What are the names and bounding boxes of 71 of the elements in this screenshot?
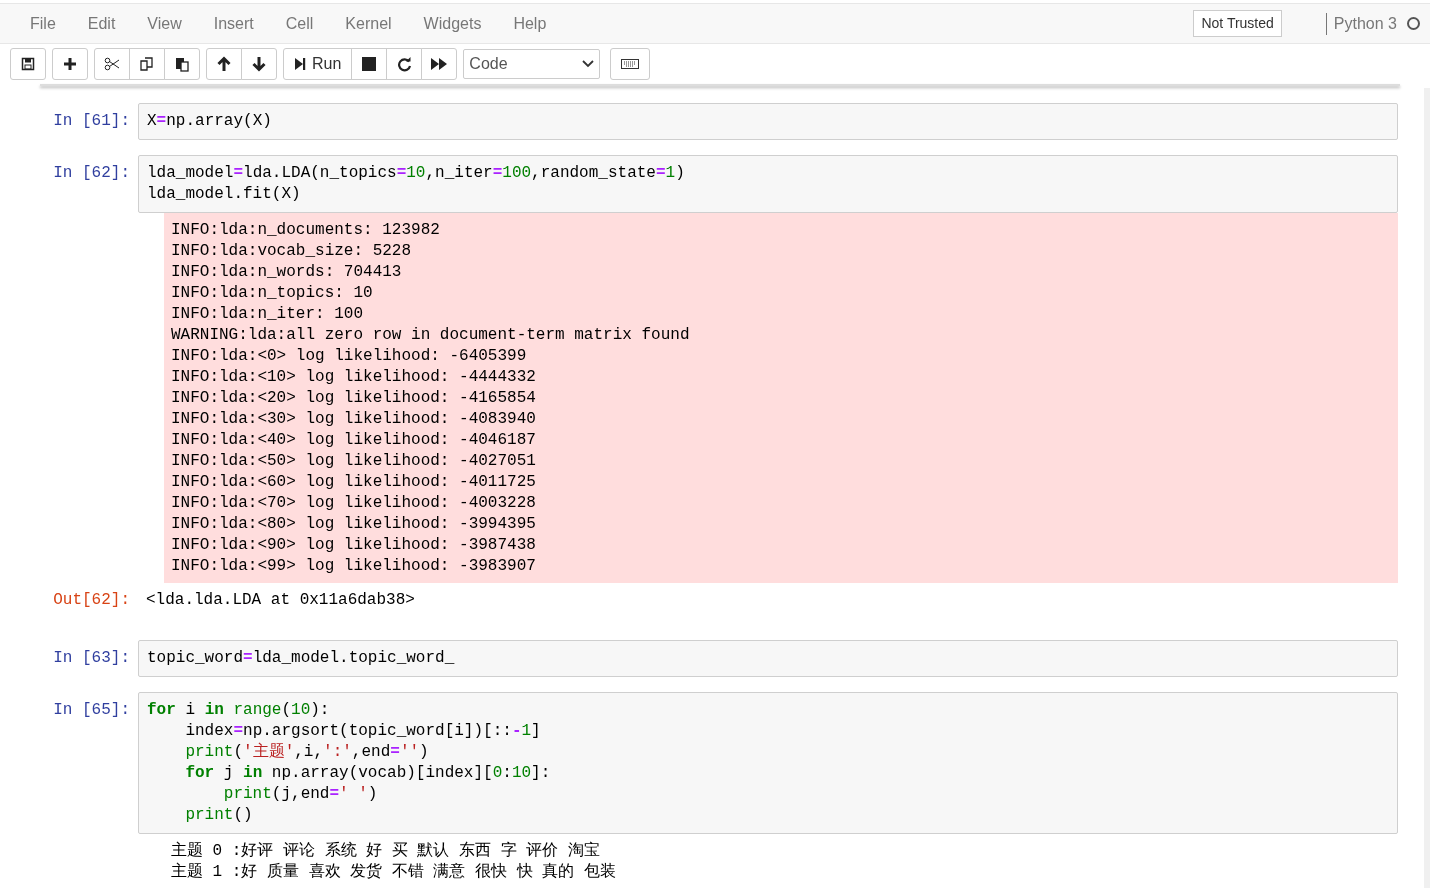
code-line: for j in np.array(vocab)[index][0:10]: — [184, 763, 551, 784]
output-line: INFO:lda:n_words: 704413 — [171, 262, 402, 283]
stop-icon — [362, 57, 377, 71]
code-line: lda_model=lda.LDA(n_topics=10,n_iter=100,random_state=1) — [147, 163, 685, 184]
menu-item[interactable]: Cell — [269, 11, 330, 36]
output-line: INFO:lda:<90> log likelihood: -3987438 — [171, 535, 536, 556]
code-line: for i in range(10): — [147, 700, 330, 721]
toolbar-button[interactable] — [206, 48, 242, 80]
output-line: INFO:lda:<0> log likelihood: -6405399 — [171, 346, 527, 367]
output-line: 主题 0 :好评 评论 系统 好 买 默认 东西 字 评价 淘宝 — [171, 841, 600, 862]
keyboard-button[interactable] — [610, 48, 651, 80]
code-line: X=np.array(X) — [147, 111, 272, 132]
input-prompt: In [62]: — [53, 163, 130, 184]
code-line: print('主题',i,':',end='') — [184, 742, 429, 763]
input-prompt: In [61]: — [53, 111, 130, 132]
input-prompt: In [63]: — [53, 648, 130, 669]
save-icon — [21, 57, 35, 71]
code-line: topic_word=lda_model.topic_word_ — [147, 648, 455, 669]
toolbar-button[interactable] — [351, 48, 388, 80]
toolbar-button[interactable] — [52, 48, 88, 80]
kernel-name: Python 3 — [1333, 13, 1397, 34]
scissors-icon — [104, 57, 120, 71]
code-line: print(j,end=' ') — [222, 784, 378, 805]
output-line: INFO:lda:n_topics: 10 — [171, 283, 373, 304]
output-line: INFO:lda:n_iter: 100 — [171, 304, 364, 325]
step-forward-icon — [294, 57, 306, 71]
code-line: index=np.argsort(topic_word[i])[::-1] — [184, 721, 541, 742]
keyboard-icon — [621, 59, 640, 69]
toolbar-button[interactable] — [386, 48, 423, 80]
menu-item[interactable]: Edit — [71, 11, 132, 36]
menu-item[interactable]: Kernel — [329, 11, 408, 36]
plus-icon — [63, 57, 77, 71]
copy-icon — [139, 56, 155, 72]
output-line: INFO:lda:<80> log likelihood: -3994395 — [171, 514, 536, 535]
output-line: INFO:lda:vocab_size: 5228 — [171, 241, 412, 262]
code-line: print() — [184, 805, 253, 826]
toolbar-button[interactable] — [421, 48, 458, 80]
menu-item[interactable]: Help — [497, 11, 563, 36]
menu-item[interactable]: Widgets — [407, 11, 498, 36]
toolbar-button[interactable] — [241, 48, 277, 80]
run-button[interactable]: Run — [283, 48, 353, 80]
menu-item[interactable]: View — [131, 11, 198, 36]
up-arrow-icon — [217, 56, 231, 72]
code-line: lda_model.fit(X) — [147, 184, 301, 205]
output-line: 主题 1 :好 质量 喜欢 发货 不错 满意 很快 快 真的 包装 — [171, 862, 616, 883]
output-line: <lda.lda.LDA at 0x11a6dab38> — [146, 590, 415, 611]
output-line: INFO:lda:<50> log likelihood: -4027051 — [171, 451, 536, 472]
down-arrow-icon — [252, 56, 266, 72]
toolbar-button[interactable] — [94, 48, 130, 80]
fast-forward-icon — [431, 57, 448, 71]
cell-type-select[interactable]: Code — [463, 49, 601, 79]
output-line: INFO:lda:<70> log likelihood: -4003228 — [171, 493, 536, 514]
output-line: INFO:lda:<99> log likelihood: -3983907 — [171, 556, 536, 577]
paste-icon — [174, 56, 190, 72]
output-prompt: Out[62]: — [53, 590, 130, 611]
toolbar-button[interactable] — [129, 48, 165, 80]
output-line: INFO:lda:n_documents: 123982 — [171, 220, 440, 241]
toolbar-button[interactable] — [10, 48, 46, 80]
output-line: INFO:lda:<40> log likelihood: -4046187 — [171, 430, 536, 451]
toolbar-button[interactable] — [164, 48, 200, 80]
chevron-down-icon — [582, 60, 595, 68]
restart-icon — [396, 56, 412, 72]
output-line: INFO:lda:<60> log likelihood: -4011725 — [171, 472, 536, 493]
menu-item[interactable]: File — [14, 11, 72, 36]
output-line: WARNING:lda:all zero row in document-term matrix found — [171, 325, 690, 346]
input-prompt: In [65]: — [53, 700, 130, 721]
output-line: INFO:lda:<30> log likelihood: -4083940 — [171, 409, 536, 430]
output-line: INFO:lda:<20> log likelihood: -4165854 — [171, 388, 536, 409]
trust-badge[interactable]: Not Trusted — [1193, 10, 1282, 37]
menu-item[interactable]: Insert — [197, 11, 270, 36]
output-line: INFO:lda:<10> log likelihood: -4444332 — [171, 367, 536, 388]
